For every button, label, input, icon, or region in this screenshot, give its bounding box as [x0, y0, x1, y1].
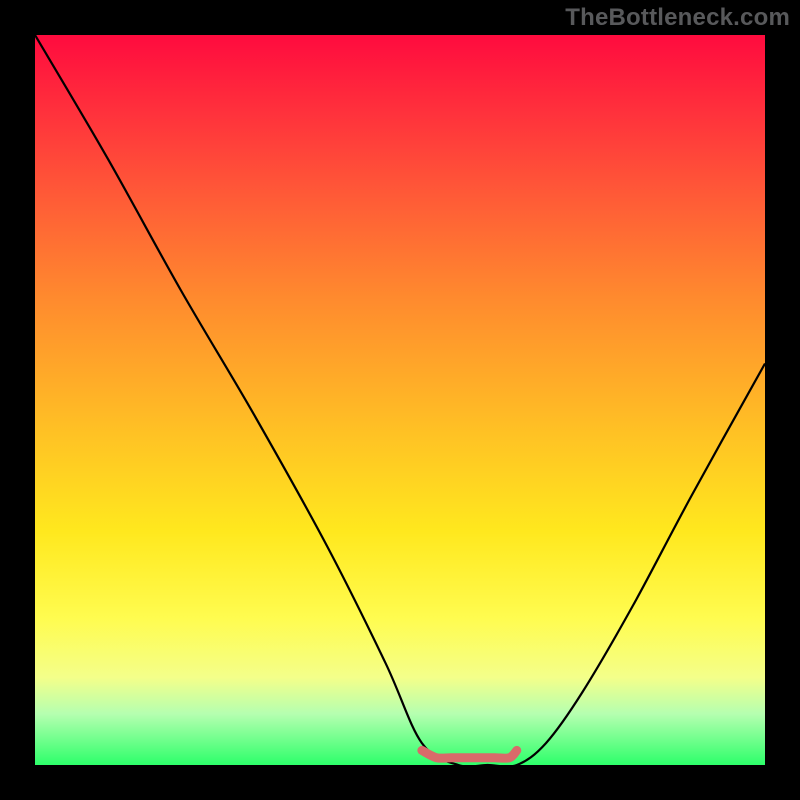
plot-area — [35, 35, 765, 765]
chart-svg — [35, 35, 765, 765]
watermark-text: TheBottleneck.com — [565, 4, 790, 32]
chart-frame: TheBottleneck.com — [0, 0, 800, 800]
bottom-marker — [422, 750, 517, 758]
curve-line — [35, 35, 765, 765]
